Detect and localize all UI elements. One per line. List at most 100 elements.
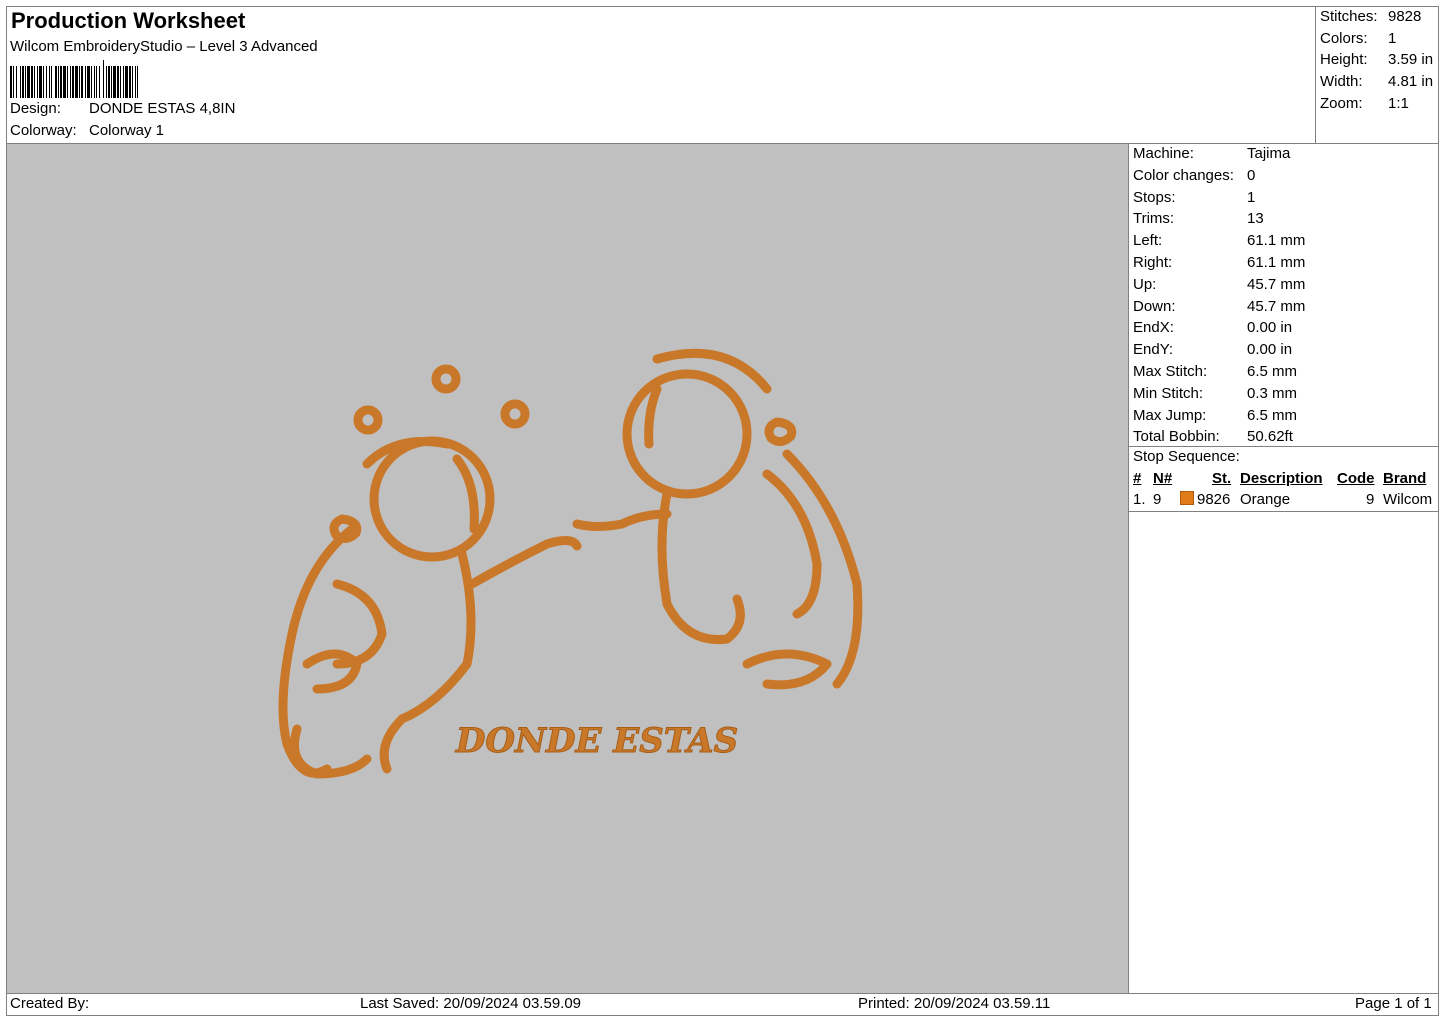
table-divider <box>1129 511 1439 512</box>
info-row: Trims: 13 <box>1133 210 1264 227</box>
created-by: Created By: <box>10 995 90 1012</box>
info-row: Max Stitch: 6.5 mm <box>1133 363 1297 380</box>
left-pack-detail <box>302 649 362 694</box>
info-row: Down: 45.7 mm <box>1133 298 1305 315</box>
design-value: DONDE ESTAS 4,8IN <box>89 100 236 117</box>
right-pack <box>762 469 822 619</box>
info-label: Min Stitch: <box>1133 384 1204 402</box>
bubble-1 <box>431 364 461 394</box>
colors-value: 1 <box>1388 30 1397 47</box>
page-number: Page 1 of 1 <box>1355 995 1432 1012</box>
row-num: 1. <box>1133 491 1146 508</box>
last-saved: Last Saved: 20/09/2024 03.59.09 <box>360 995 582 1012</box>
colors-label: Colors: <box>1320 30 1368 47</box>
info-row: Machine: Tajima <box>1133 145 1290 162</box>
info-row: Total Bobbin: 50.62ft <box>1133 428 1293 445</box>
info-label: Max Stitch: <box>1133 363 1208 380</box>
height-value: 3.59 in <box>1388 51 1434 68</box>
right-heart <box>764 417 797 446</box>
panel-divider <box>1128 144 1129 994</box>
design-label: Design: <box>10 100 61 117</box>
info-value: 61.1 mm <box>1247 254 1306 271</box>
footer-divider <box>6 993 1439 994</box>
worksheet-header: Production Worksheet Wilcom EmbroiderySt… <box>6 6 1315 143</box>
stitches-row: Stitches: 9828 <box>1320 8 1421 25</box>
width-label: Width: <box>1320 73 1363 90</box>
color-swatch <box>1180 491 1194 505</box>
height-label: Height: <box>1320 51 1368 68</box>
info-label: Up: <box>1133 275 1157 293</box>
info-label: Down: <box>1133 297 1176 315</box>
colorway-row: Colorway: Colorway 1 <box>10 122 164 139</box>
info-label: Color changes: <box>1133 166 1234 184</box>
right-helmet-shine <box>644 384 662 449</box>
zoom-value: 1:1 <box>1388 95 1409 112</box>
info-label: Stops: <box>1133 188 1176 206</box>
colorway-label: Colorway: <box>10 122 77 139</box>
right-arm <box>572 509 672 531</box>
right-foot <box>742 649 832 690</box>
info-value: 0.00 in <box>1247 319 1293 337</box>
col-needle: N# <box>1153 470 1173 487</box>
page-title: Production Worksheet <box>11 8 246 33</box>
left-arm <box>467 536 582 589</box>
col-code: Code <box>1337 470 1375 487</box>
info-value: 0 <box>1247 166 1256 184</box>
info-value: 6.5 mm <box>1247 363 1298 380</box>
info-row: Color changes: 0 <box>1133 167 1255 184</box>
row-brand: Wilcom <box>1383 491 1433 508</box>
design-preview: DONDE ESTAS <box>7 144 1128 993</box>
info-value: 6.5 mm <box>1247 406 1298 424</box>
embroidery-design: DONDE ESTAS <box>278 348 863 779</box>
info-label: EndY: <box>1133 341 1174 359</box>
right-body <box>657 489 745 645</box>
right-back <box>782 449 863 689</box>
width-value: 4.81 in <box>1388 73 1434 90</box>
colorway-value: Colorway 1 <box>89 122 165 139</box>
info-divider <box>1129 446 1439 447</box>
printed-date: Printed: 20/09/2024 03.59.11 <box>858 995 1051 1012</box>
info-value: 50.62ft <box>1247 428 1293 446</box>
info-value: Tajima <box>1247 145 1291 162</box>
col-brand: Brand <box>1383 470 1427 487</box>
stitches-label: Stitches: <box>1320 8 1378 25</box>
row-code: 9 <box>1366 491 1375 508</box>
info-row: Max Jump: 6.5 mm <box>1133 407 1297 424</box>
info-value: 0.00 in <box>1247 341 1293 359</box>
col-st: St. <box>1212 470 1232 487</box>
stop-sequence-title: Stop Sequence: <box>1133 448 1240 465</box>
info-row: Left: 61.1 mm <box>1133 232 1305 249</box>
row-description: Orange <box>1240 491 1291 508</box>
info-label: Trims: <box>1133 210 1175 228</box>
info-label: Machine: <box>1133 145 1194 162</box>
software-name: Wilcom EmbroideryStudio – Level 3 Advanc… <box>10 38 318 55</box>
left-helmet-rim <box>362 437 452 469</box>
bubble-3 <box>500 399 530 429</box>
col-num: # <box>1133 470 1142 487</box>
zoom-label: Zoom: <box>1320 95 1363 112</box>
barcode-bar <box>138 66 140 98</box>
info-label: Left: <box>1133 232 1163 250</box>
stitches-value: 9828 <box>1388 8 1422 25</box>
height-row: Height: 3.59 in <box>1320 51 1433 68</box>
info-label: Right: <box>1133 254 1173 271</box>
design-outline <box>278 348 863 779</box>
row-needle: 9 <box>1153 491 1162 508</box>
info-value: 45.7 mm <box>1247 275 1306 293</box>
info-label: Total Bobbin: <box>1133 428 1220 446</box>
info-row: Right: 61.1 mm <box>1133 254 1305 271</box>
colors-row: Colors: 1 <box>1320 30 1396 47</box>
width-row: Width: 4.81 in <box>1320 73 1433 90</box>
info-label: EndX: <box>1133 319 1174 337</box>
info-value: 1 <box>1247 188 1256 206</box>
info-row: Min Stitch: 0.3 mm <box>1133 385 1297 402</box>
col-description: Description <box>1240 470 1323 487</box>
design-text: DONDE ESTAS <box>455 721 738 761</box>
bubble-2 <box>353 405 383 435</box>
info-label: Max Jump: <box>1133 406 1207 424</box>
row-st: 9826 <box>1197 491 1231 508</box>
left-helmet-shine <box>452 454 479 534</box>
info-value: 45.7 mm <box>1247 297 1306 315</box>
info-row: Stops: 1 <box>1133 189 1255 206</box>
info-value: 13 <box>1247 210 1264 228</box>
